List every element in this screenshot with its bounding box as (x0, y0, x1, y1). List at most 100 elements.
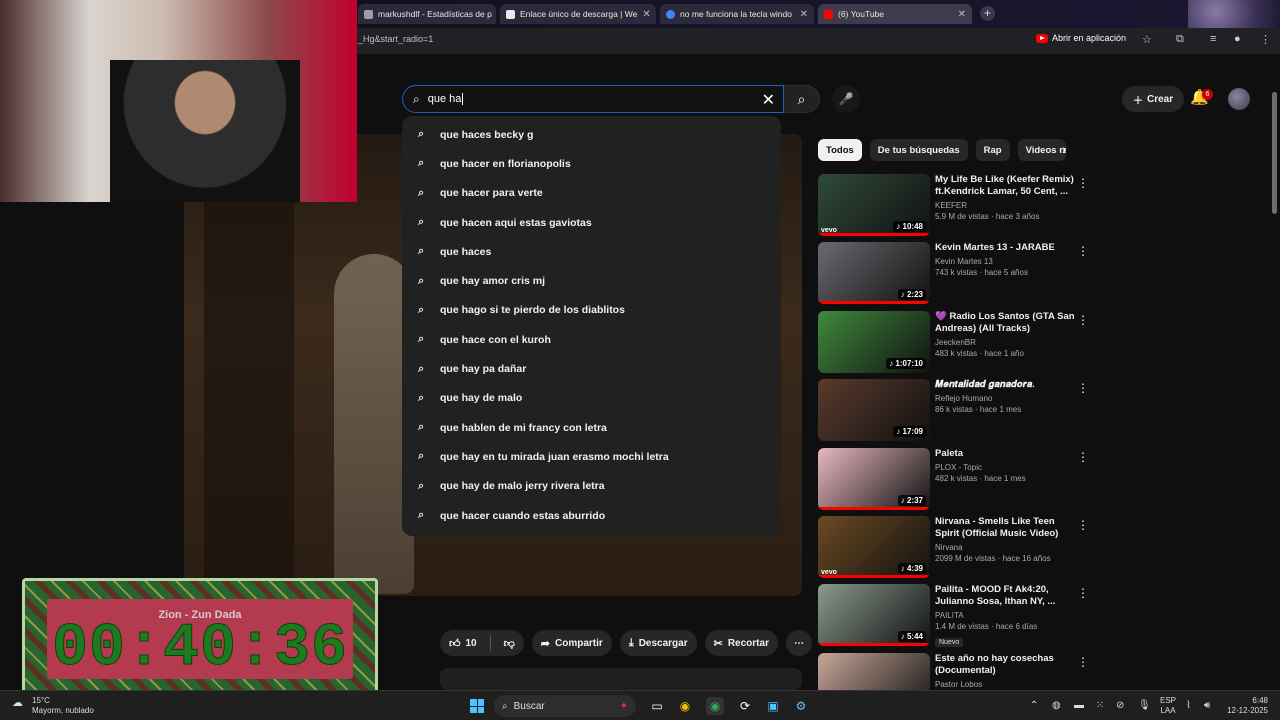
windows-start-icon[interactable] (470, 699, 484, 713)
extensions-icon[interactable]: ⧉ (1176, 33, 1184, 46)
avatar[interactable] (1228, 88, 1250, 110)
suggestion-item[interactable]: ⌕ que haces (402, 237, 781, 266)
chrome-active-icon[interactable]: ◉ (706, 697, 724, 715)
suggestion-item[interactable]: ⌕ que hay pa dañar (402, 354, 781, 383)
profile-icon[interactable]: ● (1234, 33, 1241, 45)
tray-app-icon[interactable]: ▬ (1074, 700, 1084, 711)
more-vertical-icon[interactable]: ⋮ (1077, 450, 1089, 464)
suggestion-item[interactable]: ⌕ que hay de malo jerry rivera letra (402, 472, 781, 501)
suggestion-item[interactable]: ⌕ que hacer cuando estas aburrido (402, 501, 781, 530)
bookmark-star-icon[interactable]: ☆ (1142, 33, 1152, 46)
search-input[interactable]: ⌕ que ha ✕ (402, 85, 784, 113)
chip-videos-relacionados[interactable]: Videos rel (1017, 139, 1066, 161)
more-vertical-icon[interactable]: ⋮ (1077, 313, 1089, 327)
video-thumbnail[interactable]: ♪ 17:09 (818, 379, 930, 442)
video-thumbnail[interactable]: vevo ♪ 4:39 (818, 515, 930, 578)
chrome-icon[interactable]: ◉ (676, 697, 694, 715)
video-item[interactable]: ♪ 2:23 Kevin Martes 13 - JARABE Kevin Mart… (818, 240, 1098, 308)
search-button[interactable]: ⌕ (784, 85, 820, 113)
chevron-right-icon[interactable]: › (1062, 141, 1067, 157)
video-title[interactable]: My Life Be Like (Keefer Remix) ft.Kendri… (935, 174, 1075, 198)
video-item[interactable]: vevo ♪ 4:39 Nirvana - Smells Like Teen Spi… (818, 514, 1098, 582)
more-vertical-icon[interactable]: ⋮ (1077, 518, 1089, 532)
chevron-up-icon[interactable]: ⌃ (1030, 700, 1038, 711)
tab-youtube[interactable]: (6) YouTube ✕ (818, 4, 972, 24)
microphone-icon[interactable]: 🎙 (1138, 700, 1151, 711)
chip-rap[interactable]: Rap (975, 139, 1010, 161)
steam-icon[interactable]: ⚙ (792, 697, 810, 715)
suggestion-item[interactable]: ⌕ que hablen de mi francy con letra (402, 413, 781, 442)
video-channel[interactable]: JeeckenBR (935, 338, 1075, 347)
suggestion-item[interactable]: ⌕ que hacen aqui estas gaviotas (402, 208, 781, 237)
page-scrollbar[interactable] (1272, 92, 1277, 214)
tab-enlace[interactable]: Enlace único de descarga | We ✕ (500, 4, 656, 24)
grid-icon[interactable]: ⁙ (1096, 700, 1104, 711)
close-icon[interactable]: ✕ (642, 9, 650, 20)
download-button[interactable]: ⤓ Descargar (619, 630, 697, 656)
video-title[interactable]: Pailita - MOOD Ft Ak4:20, Julianno Sosa,… (935, 584, 1075, 608)
video-title[interactable]: Kevin Martes 13 - JARABE (935, 242, 1075, 254)
video-item[interactable]: ♪ 17:09 𝑴𝒆𝒏𝒕𝒂𝒍𝒊𝒅𝒂𝒅 𝒈𝒂𝒏𝒂𝒅𝒐𝒓𝒂. Reflejo Human… (818, 377, 1098, 445)
network-off-icon[interactable]: ⊘ (1116, 700, 1124, 711)
suggestion-item[interactable]: ⌕ que hay en tu mirada juan erasmo mochi … (402, 442, 781, 471)
video-thumbnail[interactable]: ♪ 1:07:10 (818, 310, 930, 373)
video-channel[interactable]: PLOX - Topic (935, 463, 1075, 472)
video-thumbnail[interactable]: ♪ 2:37 (818, 447, 930, 510)
volume-icon[interactable]: 🔊︎ (1204, 700, 1210, 711)
more-vertical-icon[interactable]: ⋮ (1077, 586, 1089, 600)
language-indicator[interactable]: ESP LAA (1160, 696, 1176, 716)
open-in-app-button[interactable]: Abrir en aplicación (1036, 33, 1126, 43)
suggestion-item[interactable]: ⌕ que hacer para verte (402, 179, 781, 208)
video-title[interactable]: 💜 Radio Los Santos (GTA San Andreas) (Al… (935, 311, 1075, 335)
video-item[interactable]: ♪ 1:07:10 💜 Radio Los Santos (GTA San And… (818, 309, 1098, 377)
voice-search-button[interactable]: 🎤 (832, 85, 860, 113)
tab-estadisticas[interactable]: markushdlf - Estadísticas de p ✕ (358, 4, 496, 24)
video-item[interactable]: vevo ♪ 10:48 My Life Be Like (Keefer Remix… (818, 172, 1098, 240)
like-button[interactable]: 👍︎ 10 👎︎ (440, 630, 524, 656)
more-vertical-icon[interactable]: ⋮ (1077, 381, 1089, 395)
photos-icon[interactable]: ▣ (764, 697, 782, 715)
weather-widget[interactable]: ☁ 15°C Mayorm. nublado (12, 696, 94, 716)
suggestion-item[interactable]: ⌕ que hace con el kuroh (402, 325, 781, 354)
video-channel[interactable]: Reflejo Humano (935, 394, 1075, 403)
app-icon[interactable]: ⟳ (736, 697, 754, 715)
tab-google[interactable]: no me funciona la tecla windo ✕ (660, 4, 814, 24)
close-icon[interactable]: ✕ (800, 9, 808, 20)
suggestion-item[interactable]: ⌕ que hacer en florianopolis (402, 149, 781, 178)
video-channel[interactable]: Nirvana (935, 543, 1075, 552)
video-item[interactable]: ♪ 2:37 Paleta PLOX - Topic 482 k vistas · h… (818, 446, 1098, 514)
video-thumbnail[interactable]: ♪ 2:23 (818, 242, 930, 305)
video-channel[interactable]: KEEFER (935, 201, 1075, 210)
video-thumbnail[interactable]: ♪ 5:44 (818, 584, 930, 647)
system-clock[interactable]: 6:48 12-12-2025 (1224, 696, 1268, 716)
thumbs-down-icon[interactable]: 👎︎ (504, 637, 524, 650)
more-vertical-icon[interactable]: ⋮ (1077, 176, 1089, 190)
video-thumbnail[interactable]: vevo ♪ 10:48 (818, 174, 930, 236)
video-title[interactable]: Nirvana - Smells Like Teen Spirit (Offic… (935, 516, 1075, 540)
menu-icon[interactable]: ⋮ (1260, 33, 1271, 46)
create-button[interactable]: ＋ Crear (1122, 86, 1185, 112)
more-actions-button[interactable]: ⋯ (785, 630, 812, 656)
new-tab-button[interactable]: + (980, 6, 995, 21)
chip-de-tus-busquedas[interactable]: De tus búsquedas (869, 139, 968, 161)
video-channel[interactable]: PAILITA (935, 611, 1075, 620)
suggestion-item[interactable]: ⌕ que hago si te pierdo de los diablitos (402, 296, 781, 325)
description-box[interactable] (440, 668, 802, 690)
suggestion-item[interactable]: ⌕ que haces becky g (402, 120, 781, 149)
share-button[interactable]: ➦ Compartir (531, 630, 612, 656)
video-title[interactable]: Paleta (935, 448, 1075, 460)
discord-icon[interactable]: ◍ (1052, 700, 1061, 711)
clip-button[interactable]: ✂ Recortar (704, 630, 778, 656)
video-title[interactable]: Este año no hay cosechas (Documental) (935, 653, 1075, 677)
task-view-icon[interactable]: ▭ (648, 697, 666, 715)
video-title[interactable]: 𝑴𝒆𝒏𝒕𝒂𝒍𝒊𝒅𝒂𝒅 𝒈𝒂𝒏𝒂𝒅𝒐𝒓𝒂. (935, 379, 1075, 391)
reading-list-icon[interactable]: ≡ (1210, 33, 1216, 45)
more-vertical-icon[interactable]: ⋮ (1077, 244, 1089, 258)
more-vertical-icon[interactable]: ⋮ (1077, 655, 1089, 669)
video-channel[interactable]: Pastor Lobos (935, 680, 1075, 689)
chip-todos[interactable]: Todos (818, 139, 862, 161)
clear-search-icon[interactable]: ✕ (762, 90, 775, 110)
taskbar-search[interactable]: ⌕ Buscar ✦ (494, 695, 636, 717)
suggestion-item[interactable]: ⌕ que hay de malo (402, 384, 781, 413)
video-item[interactable]: ♪ 5:44 Pailita - MOOD Ft Ak4:20, Julianno… (818, 582, 1098, 650)
